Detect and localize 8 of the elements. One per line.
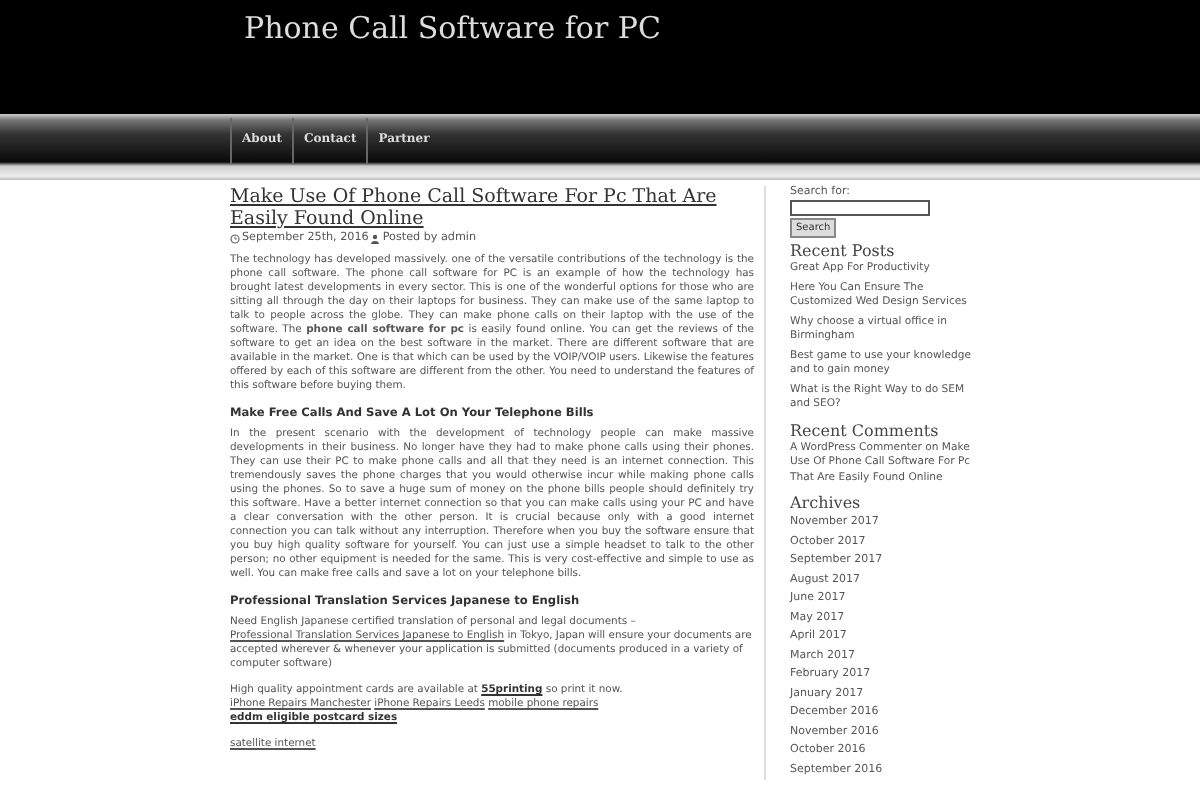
post-title[interactable]: Make Use Of Phone Call Software For Pc That Are Easily Found Online	[230, 186, 754, 230]
widget-title: Recent Comments	[790, 421, 939, 439]
site-title[interactable]: Phone Call Software for PC	[244, 10, 1200, 46]
search-field[interactable]	[790, 200, 930, 216]
clock-icon	[230, 233, 240, 243]
widget-title: Recent Posts	[790, 242, 895, 260]
person-icon	[370, 233, 381, 243]
widget-title: Archives	[790, 494, 861, 512]
